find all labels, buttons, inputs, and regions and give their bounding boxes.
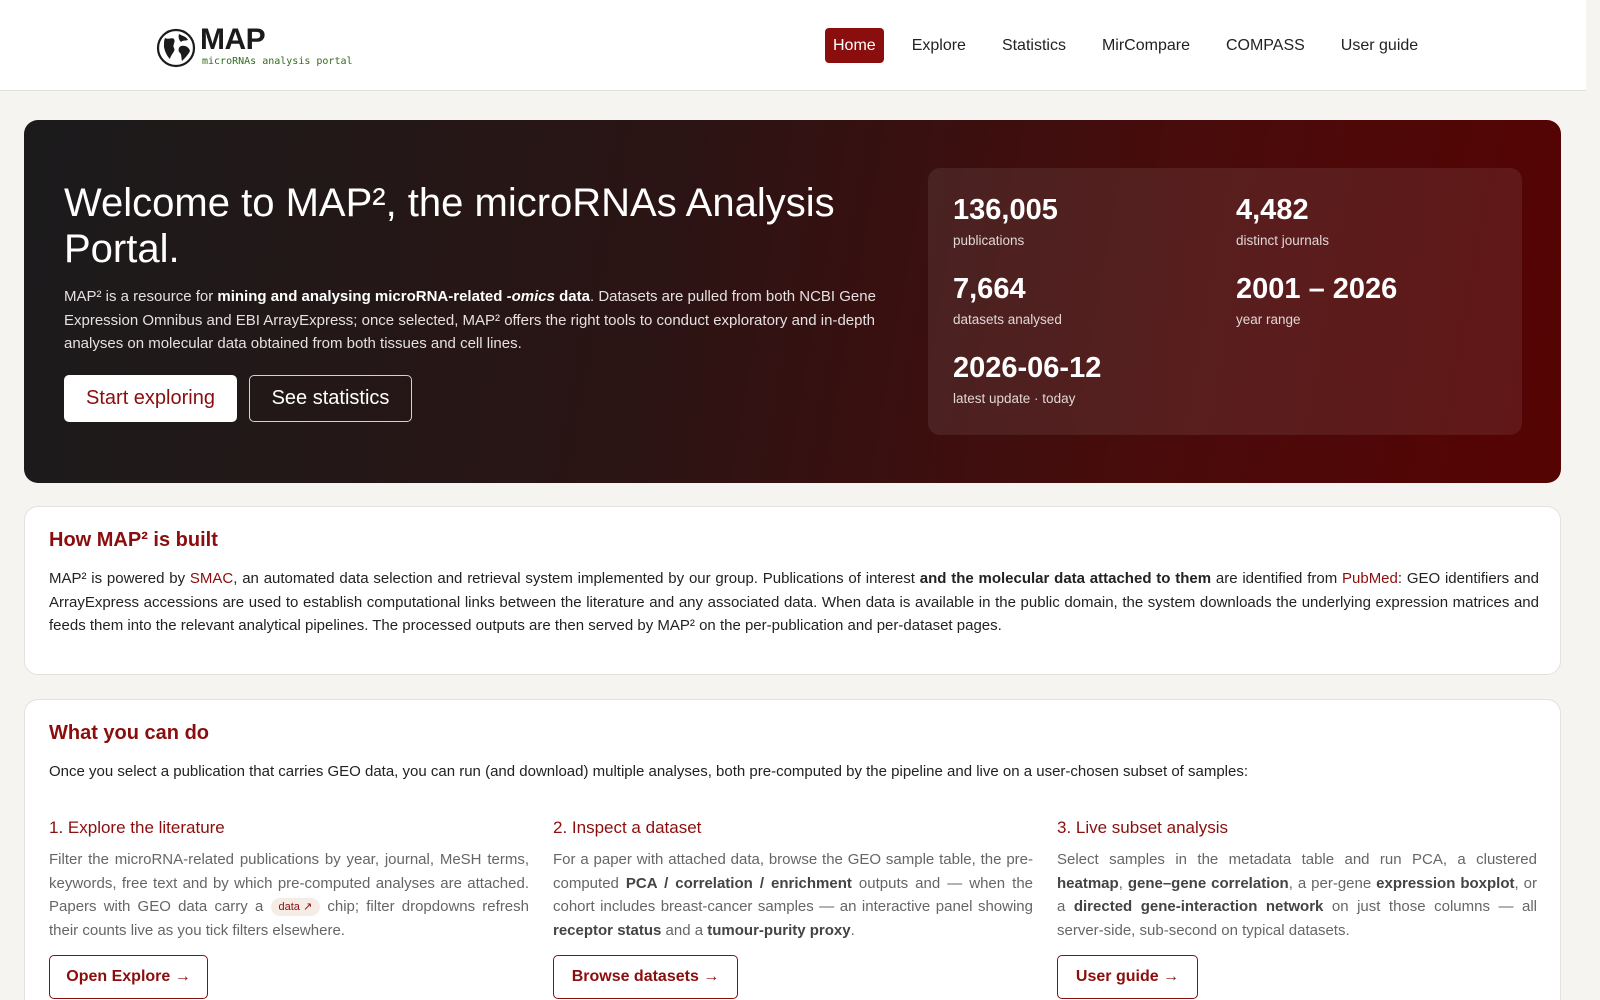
- stat-datasets: 7,664 datasets analysed: [953, 272, 1062, 327]
- smac-link[interactable]: SMAC: [190, 570, 233, 587]
- dataset-column-title: 2. Inspect a dataset: [553, 818, 702, 837]
- built-text: MAP² is powered by: [49, 570, 190, 587]
- dataset-column: 2. Inspect a dataset For a paper with at…: [553, 818, 1033, 942]
- hero-desc-bold: mining and analysing microRNA-related: [217, 288, 507, 305]
- subset-column-text: Select samples in the metadata table and…: [1057, 848, 1537, 942]
- col-bold: tumour-purity proxy: [707, 921, 851, 939]
- data-chip: data ↗: [270, 898, 321, 916]
- stat-value: 136,005: [953, 194, 1058, 226]
- stat-value: 2026-06-12: [953, 352, 1102, 384]
- explore-column-title: 1. Explore the literature: [49, 818, 225, 837]
- built-bold: and the molecular data attached to them: [919, 570, 1212, 587]
- built-text: , an automated data selection and retrie…: [233, 570, 920, 587]
- col-text: ,: [1118, 874, 1128, 892]
- subset-column-title: 3. Live subset analysis: [1057, 818, 1229, 837]
- brand-logo[interactable]: MAP microRNAs analysis portal: [156, 23, 353, 70]
- see-statistics-button[interactable]: See statistics: [249, 375, 412, 422]
- what-you-can-do-card: What you can do Once you select a public…: [24, 699, 1561, 1000]
- pubmed-link[interactable]: PubMed: [1342, 570, 1398, 587]
- col-bold: PCA / correlation / enrichment: [625, 874, 852, 892]
- subset-column: 3. Live subset analysis Select samples i…: [1057, 818, 1537, 942]
- how-built-card: How MAP² is built MAP² is powered by SMA…: [24, 506, 1561, 675]
- stats-panel: 136,005 publications 4,482 distinct jour…: [928, 168, 1522, 435]
- logo-text: MAP: [200, 23, 266, 56]
- nav-user-guide[interactable]: User guide: [1333, 28, 1426, 63]
- stat-label: distinct journals: [1236, 233, 1330, 248]
- stat-value: 7,664: [953, 273, 1026, 305]
- dataset-column-text: For a paper with attached data, browse t…: [553, 848, 1033, 942]
- stat-journals: 4,482 distinct journals: [1236, 193, 1329, 248]
- start-exploring-button[interactable]: Start exploring: [64, 375, 237, 422]
- browse-datasets-button[interactable]: Browse datasets →: [553, 955, 738, 999]
- how-built-title: How MAP² is built: [49, 529, 218, 551]
- hero-desc-omics: -omics: [506, 288, 555, 305]
- hero-banner: Welcome to MAP², the microRNAs Analysis …: [24, 120, 1561, 483]
- hero-description: MAP² is a resource for mining and analys…: [64, 285, 894, 356]
- what-you-can-do-intro: Once you select a publication that carri…: [49, 763, 1249, 780]
- how-built-text: MAP² is powered by SMAC, an automated da…: [49, 567, 1539, 638]
- col-bold: heatmap: [1057, 874, 1119, 892]
- what-you-can-do-title: What you can do: [49, 722, 209, 744]
- stat-year-range: 2001 – 2026 year range: [1236, 272, 1397, 327]
- col-bold: directed gene-interaction network: [1073, 898, 1324, 915]
- nav-mircompare[interactable]: MirCompare: [1094, 28, 1198, 63]
- col-text: , a per-gene: [1288, 874, 1377, 892]
- stat-label: publications: [953, 233, 1025, 248]
- built-text: are identified from: [1211, 570, 1342, 587]
- main-nav: Home Explore Statistics MirCompare COMPA…: [825, 28, 1446, 63]
- nav-compass[interactable]: COMPASS: [1218, 28, 1313, 63]
- col-bold: receptor status: [553, 921, 662, 939]
- user-guide-button[interactable]: User guide →: [1057, 955, 1198, 999]
- stat-value: 4,482: [1236, 194, 1309, 226]
- stat-label: datasets analysed: [953, 312, 1062, 327]
- nav-statistics[interactable]: Statistics: [994, 28, 1074, 63]
- hero-desc-text: MAP² is a resource for: [64, 288, 218, 305]
- nav-explore[interactable]: Explore: [904, 28, 974, 63]
- col-bold: expression boxplot: [1376, 874, 1515, 892]
- globe-icon: [156, 28, 196, 68]
- top-navbar: MAP microRNAs analysis portal Home Explo…: [0, 0, 1586, 91]
- col-text: .: [850, 921, 855, 939]
- stat-latest-update: 2026-06-12 latest update · today: [953, 351, 1101, 406]
- stat-publications: 136,005 publications: [953, 193, 1058, 248]
- hero-title: Welcome to MAP², the microRNAs Analysis …: [64, 181, 835, 271]
- logo-subtitle: microRNAs analysis portal: [202, 56, 353, 67]
- col-text: Select samples in the metadata table and…: [1057, 851, 1537, 868]
- open-explore-button[interactable]: Open Explore →: [49, 955, 208, 999]
- hero-desc-bold-data: data: [554, 288, 590, 305]
- col-text: and a: [661, 921, 708, 939]
- explore-column-text: Filter the microRNA-related publications…: [49, 848, 529, 942]
- stat-value: 2001 – 2026: [1236, 273, 1398, 305]
- stat-label: latest update · today: [953, 391, 1076, 406]
- nav-home[interactable]: Home: [825, 28, 884, 63]
- col-bold: gene–gene correlation: [1127, 874, 1289, 892]
- explore-column: 1. Explore the literature Filter the mic…: [49, 818, 529, 942]
- stat-label: year range: [1236, 312, 1301, 327]
